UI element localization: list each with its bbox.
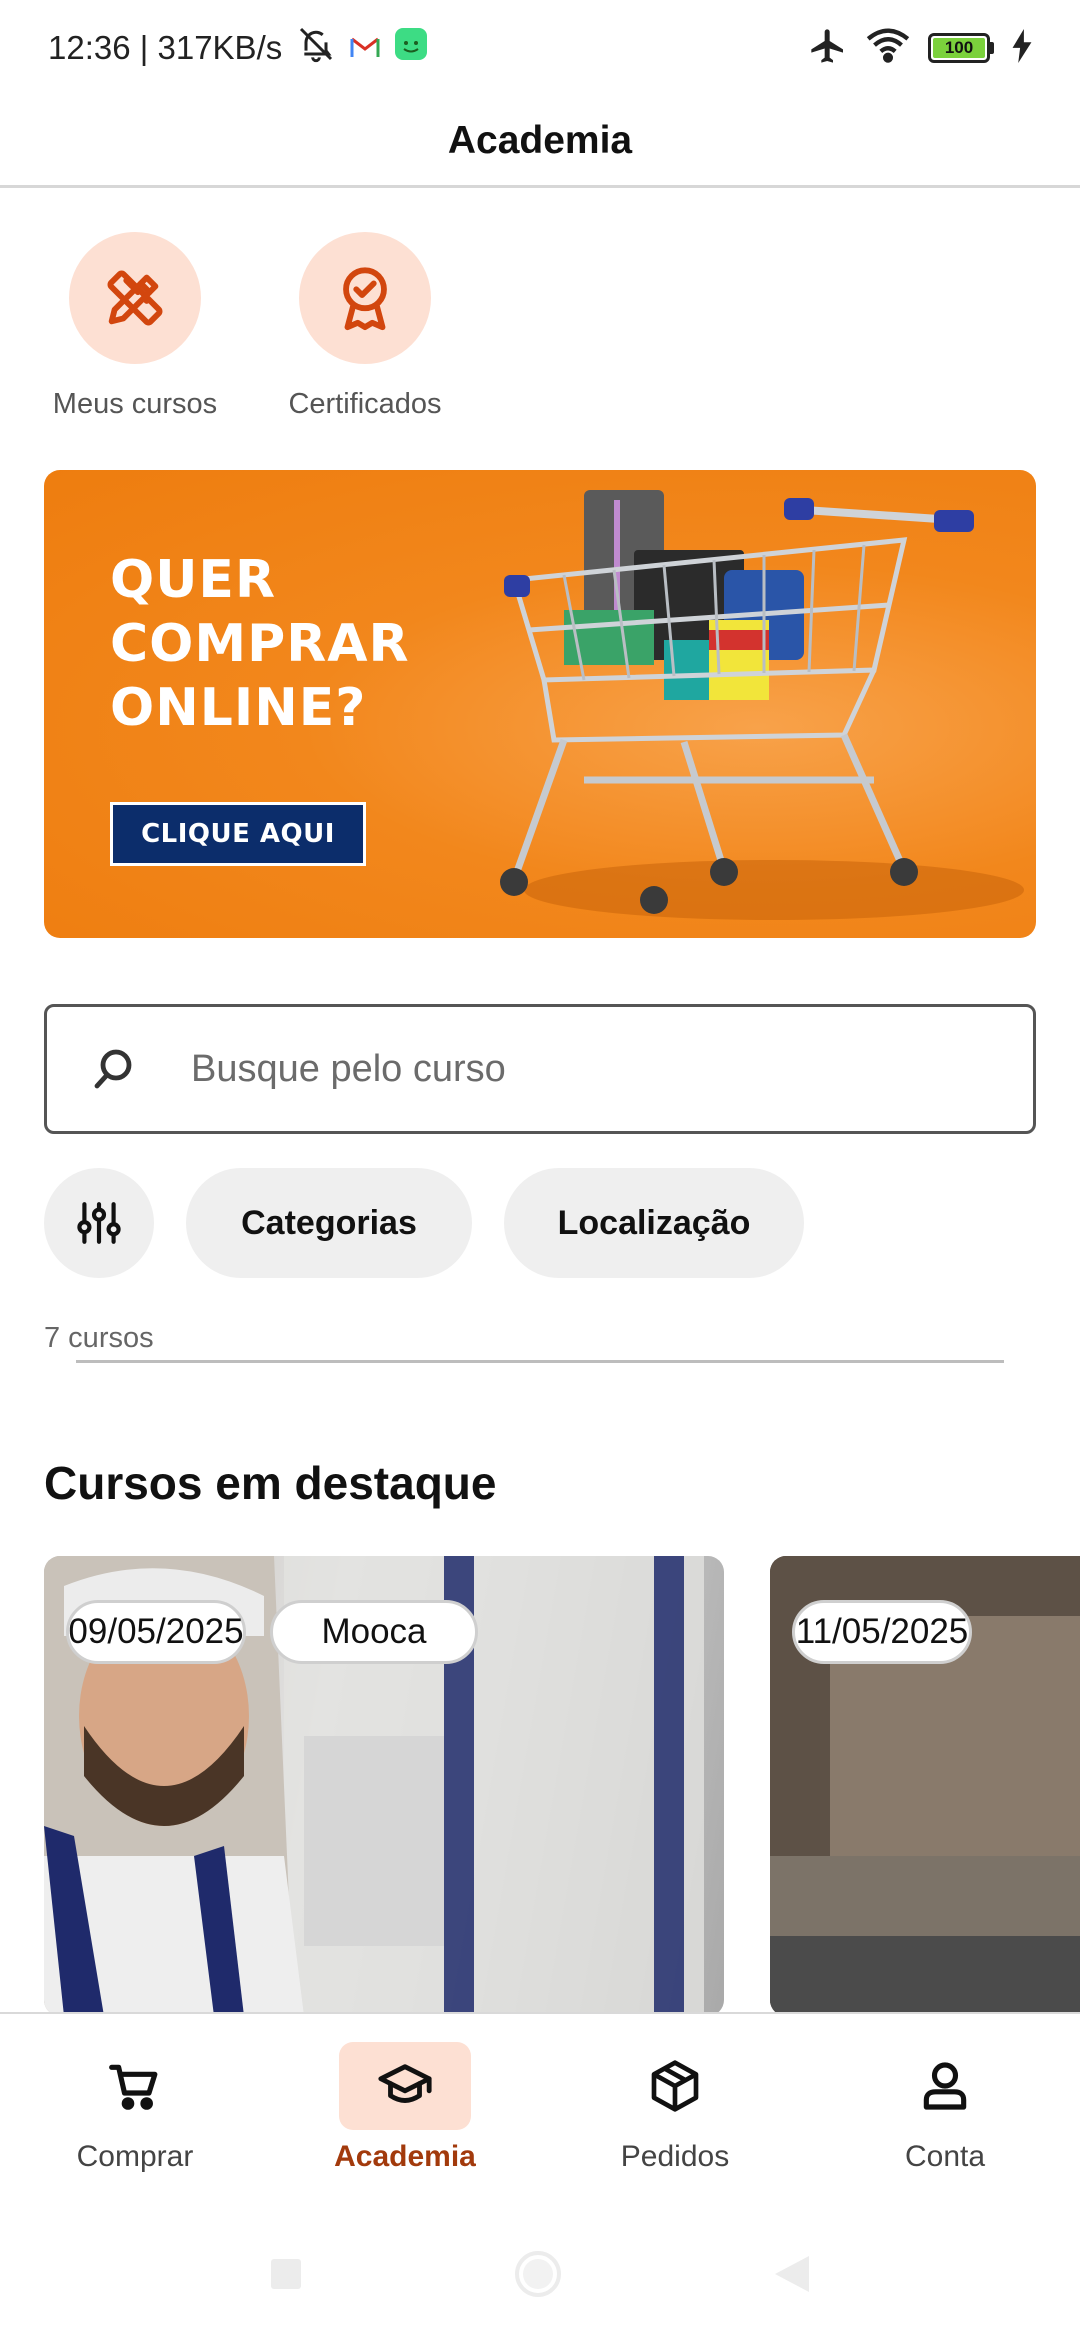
banner-headline-line: QUER [110,550,276,610]
back-button[interactable] [773,2254,811,2299]
course-date-badge: 09/05/2025 [66,1600,246,1664]
nav-icon-container [879,2042,1011,2130]
mute-bell-icon [296,24,336,72]
featured-section-title: Cursos em destaque [44,1457,497,1509]
nav-item-academia[interactable]: Academia [270,2014,540,2212]
banner-headline-line: COMPRAR [110,614,410,674]
charging-icon [1012,28,1032,68]
categories-filter-chip[interactable]: Categorias [186,1168,472,1278]
my-courses-button[interactable]: Meus cursos [40,232,230,421]
page-title: Academia [447,118,633,162]
airplane-icon [808,26,848,71]
my-courses-label: Meus cursos [52,388,218,420]
course-location-badge: Mooca [270,1600,478,1664]
certificates-button[interactable]: Certificados [270,232,460,421]
certificates-label: Certificados [288,388,442,420]
nav-icon-container [609,2042,741,2130]
ruler-pencil-icon [107,270,163,326]
nav-item-comprar[interactable]: Comprar [0,2014,270,2212]
recent-apps-button[interactable] [269,2257,303,2296]
status-right: 100 [808,26,1032,71]
search-icon [87,1042,141,1096]
banner-cta-button[interactable]: CLIQUE AQUI [110,802,366,866]
my-courses-icon-circle [69,232,201,364]
filter-bar: Categorias Localização [44,1168,804,1278]
nav-item-conta[interactable]: Conta [810,2014,1080,2212]
battery-level: 100 [933,38,985,58]
status-bar: 12:36 | 317KB/s 100 [0,0,1080,96]
status-left: 12:36 | 317KB/s [48,24,428,72]
nav-label: Pedidos [620,2140,730,2173]
course-card[interactable]: 09/05/2025 Mooca [44,1556,724,2016]
nav-label: Comprar [76,2140,194,2173]
wifi-icon [866,28,910,69]
home-button[interactable] [513,2249,563,2304]
gmail-icon [350,29,380,67]
nav-item-pedidos[interactable]: Pedidos [540,2014,810,2212]
app-bar: Academia [0,96,1080,188]
cart-icon [109,2064,158,2110]
user-icon [923,2062,967,2110]
status-time-speed: 12:36 | 317KB/s [48,29,283,66]
course-date-badge: 11/05/2025 [792,1600,972,1664]
certificates-icon-circle [299,232,431,364]
search-input[interactable] [191,1047,951,1091]
banner-headline: QUER COMPRAR ONLINE? [110,548,490,740]
filter-settings-button[interactable] [44,1168,154,1278]
shopping-cart-illustration [500,490,1024,920]
featured-courses-carousel[interactable]: 09/05/2025 Mooca 11/05/2025 [44,1556,1080,2016]
search-box[interactable] [44,1004,1036,1134]
battery-icon: 100 [928,33,994,63]
promo-banner[interactable]: QUER COMPRAR ONLINE? CLIQUE AQUI [44,470,1036,938]
divider [76,1360,1004,1363]
bottom-navigation: Comprar Academia Pedidos Conta [0,2012,1080,2212]
graduation-cap-icon [378,2064,432,2103]
system-navigation-bar [0,2212,1080,2340]
course-card[interactable]: 11/05/2025 [770,1556,1080,2016]
nav-label: Academia [334,2140,476,2173]
nav-icon-container [69,2042,201,2130]
location-filter-chip[interactable]: Localização [504,1168,804,1278]
award-ribbon-icon [343,267,387,331]
package-icon [651,2060,699,2112]
android-app-icon [394,27,428,69]
results-count: 7 cursos [44,1322,154,1354]
nav-icon-container [339,2042,471,2130]
quick-actions: Meus cursos Certificados [40,232,460,421]
banner-headline-line: ONLINE? [110,678,367,738]
sliders-icon [77,1202,121,1244]
nav-label: Conta [904,2140,986,2173]
